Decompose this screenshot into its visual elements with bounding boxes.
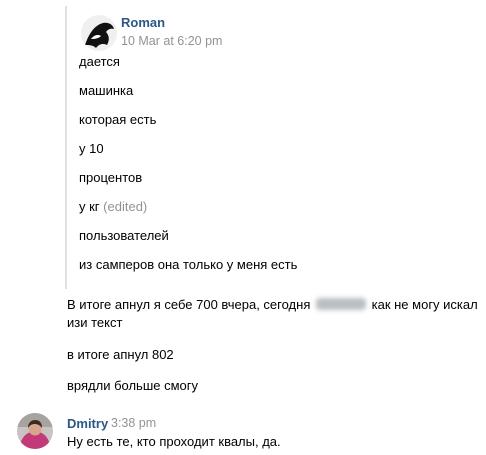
avatar[interactable]	[17, 413, 53, 449]
quoted-line: машинка	[79, 83, 134, 98]
quoted-line: процентов	[79, 170, 143, 185]
edited-label[interactable]: (edited)	[103, 199, 147, 214]
quoted-line: у 10	[79, 141, 104, 156]
message-text: В итоге апнул я себе 700 вчера, сегодня …	[67, 297, 478, 312]
quoted-line-edited: у кг (edited)	[79, 199, 147, 214]
quoted-line-text: у кг	[79, 199, 100, 214]
message-text: в итоге апнул 802	[67, 347, 174, 362]
blurred-text	[316, 298, 366, 310]
avatar[interactable]	[81, 15, 117, 51]
message-text-part: как не могу искал	[371, 297, 478, 312]
quoted-timestamp[interactable]: 10 Mar at 6:20 pm	[121, 34, 222, 48]
message-text: врядли больше смогу	[67, 378, 199, 393]
quoted-line: пользователей	[79, 228, 169, 243]
message-text: изи текст	[67, 315, 123, 330]
quoted-line: дается	[79, 54, 120, 69]
quote-bar	[65, 6, 67, 289]
quoted-line: которая есть	[79, 112, 157, 127]
message-author-name[interactable]: Dmitry	[67, 416, 108, 431]
quoted-line: из самперов она только у меня есть	[79, 257, 298, 272]
message-text-part: В итоге апнул я себе 700 вчера, сегодня	[67, 297, 311, 312]
roman-avatar-icon	[81, 15, 117, 51]
dmitry-avatar-icon	[17, 413, 53, 449]
message-text: Ну есть те, кто проходит квалы, да.	[67, 434, 281, 449]
message-timestamp[interactable]: 3:38 pm	[111, 416, 156, 430]
quoted-author-name[interactable]: Roman	[121, 15, 165, 30]
